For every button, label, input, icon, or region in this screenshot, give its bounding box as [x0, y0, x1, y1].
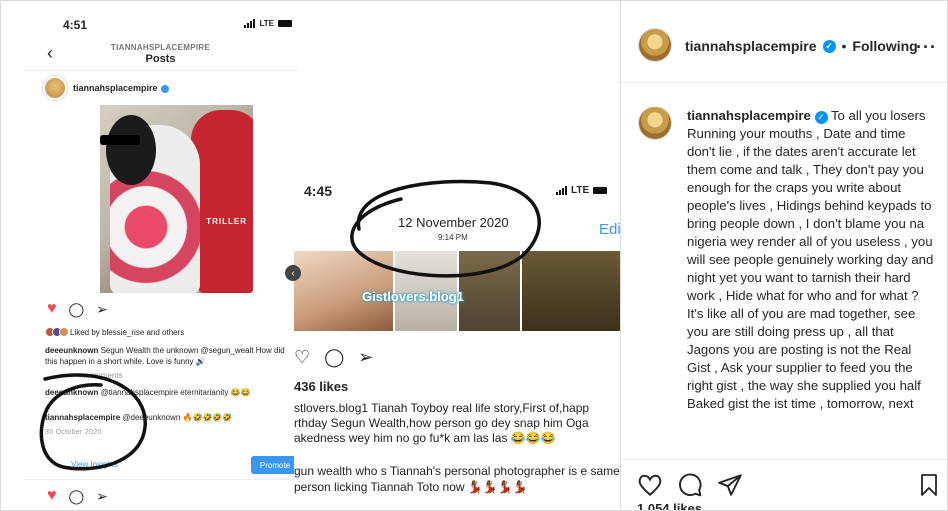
network-label: LTE — [259, 19, 274, 28]
more-options-icon[interactable]: ··· — [916, 37, 937, 58]
bookmark-icon[interactable] — [917, 472, 941, 498]
status-icons: LTE — [244, 19, 292, 28]
status-time: 4:45 — [304, 183, 333, 199]
caption: deeeunknown Segun Wealth the unknown @se… — [45, 346, 285, 366]
avatar — [43, 76, 67, 100]
header-subtitle: TIANNAHSPLACEMPIRE — [110, 43, 211, 52]
heart-icon[interactable] — [637, 472, 663, 498]
comment: tiannahsplacempire @deeeunknown 🔥🤣🤣🤣🤣 — [45, 413, 233, 422]
heart-icon: ♥ — [47, 487, 57, 504]
watermark: Gistlovers.blog1 — [362, 289, 464, 304]
verified-icon: ✓ — [822, 39, 836, 53]
post-caption: tiannahsplacempire ✓ To all you losers R… — [687, 107, 937, 413]
share-icon[interactable] — [717, 472, 743, 498]
header-title: Posts — [145, 53, 176, 65]
liker-avatars — [45, 327, 69, 337]
comment-icon: ◯ — [68, 488, 85, 504]
screenshot-a: 4:51 LTE ‹ TIANNAHSPLACEMPIRE Posts tian… — [23, 1, 299, 510]
username-link[interactable]: tiannahsplacempire — [685, 38, 817, 54]
comment: deeeunknown @tiannahsplacempire eternita… — [45, 388, 251, 397]
action-row: ♥ ◯ ➢ — [47, 488, 108, 504]
heart-icon: ♥ — [47, 300, 57, 317]
post-image[interactable]: 4:51 LTE ‹ TIANNAHSPLACEMPIRE Posts tian… — [1, 1, 621, 510]
avatar[interactable] — [639, 29, 671, 61]
post-username: tiannahsplacempire — [73, 83, 169, 93]
comment-icon: ◯ — [324, 347, 345, 367]
caption-username[interactable]: tiannahsplacempire — [687, 108, 811, 123]
share-icon: ➢ — [96, 301, 108, 317]
caption: gun wealth who s Tiannah's personal phot… — [294, 464, 620, 494]
battery-icon — [278, 20, 292, 27]
comment-icon: ◯ — [68, 301, 85, 317]
likes-count: 436 likes — [294, 379, 349, 394]
network-label: LTE — [571, 185, 590, 196]
avatar[interactable] — [639, 107, 671, 139]
edit-link: Edi — [599, 221, 621, 238]
figure-shape — [100, 135, 140, 145]
instagram-post-view: 4:51 LTE ‹ TIANNAHSPLACEMPIRE Posts tian… — [0, 0, 948, 511]
post-sidebar: tiannahsplacempire ✓ • Following ··· tia… — [621, 1, 947, 510]
battery-icon — [593, 187, 608, 194]
signal-icon — [244, 19, 256, 28]
post-time: 9:14 PM — [438, 233, 468, 242]
divider — [23, 70, 298, 71]
header-user: tiannahsplacempire ✓ • Following — [685, 38, 918, 54]
share-icon: ➢ — [358, 347, 374, 367]
figure-shape — [191, 110, 253, 293]
action-row: ♡ ◯ ➢ — [294, 347, 373, 368]
caption: stlovers.blog1 Tianah Toyboy real life s… — [294, 401, 590, 445]
action-row: ♥ ◯ ➢ — [47, 301, 108, 317]
caption-text: To all you losers Running your mouths , … — [687, 108, 934, 411]
post-photo: TRILLER — [100, 105, 253, 293]
promote-button: Promote — [251, 456, 299, 474]
following-button[interactable]: Following — [852, 38, 917, 54]
likes-count[interactable]: 1,054 likes — [637, 501, 702, 510]
liked-by: Liked by blessie_rise and others — [45, 327, 184, 337]
view-comments: ...comments — [79, 371, 123, 380]
signal-icon — [556, 186, 567, 195]
separator-dot: • — [841, 38, 847, 54]
post-date: 30 October 2020 — [45, 429, 102, 436]
grid-photo — [521, 251, 620, 331]
post-date: 12 November 2020 — [398, 215, 509, 230]
screenshot-b: 4:45 LTE 12 November 2020 9:14 PM Edi Gi… — [294, 171, 621, 510]
verified-icon: ✓ — [814, 110, 828, 124]
carousel-prev-icon[interactable]: ‹ — [285, 265, 301, 281]
post-header: tiannahsplacempire ✓ • Following ··· — [621, 1, 947, 83]
status-time: 4:51 — [63, 18, 88, 32]
status-icons: LTE — [556, 185, 608, 196]
comment-icon[interactable] — [677, 472, 703, 498]
view-insights-link: View Insights — [71, 460, 118, 469]
verified-icon — [160, 84, 169, 93]
comments-area: tiannahsplacempire ✓ To all you losers R… — [621, 107, 947, 457]
figure-shape — [106, 115, 156, 185]
photo-watermark: TRILLER — [206, 217, 247, 226]
heart-outline-icon: ♡ — [294, 347, 311, 367]
share-icon: ➢ — [96, 488, 108, 504]
grid-photo — [458, 251, 520, 331]
divider — [23, 479, 298, 480]
